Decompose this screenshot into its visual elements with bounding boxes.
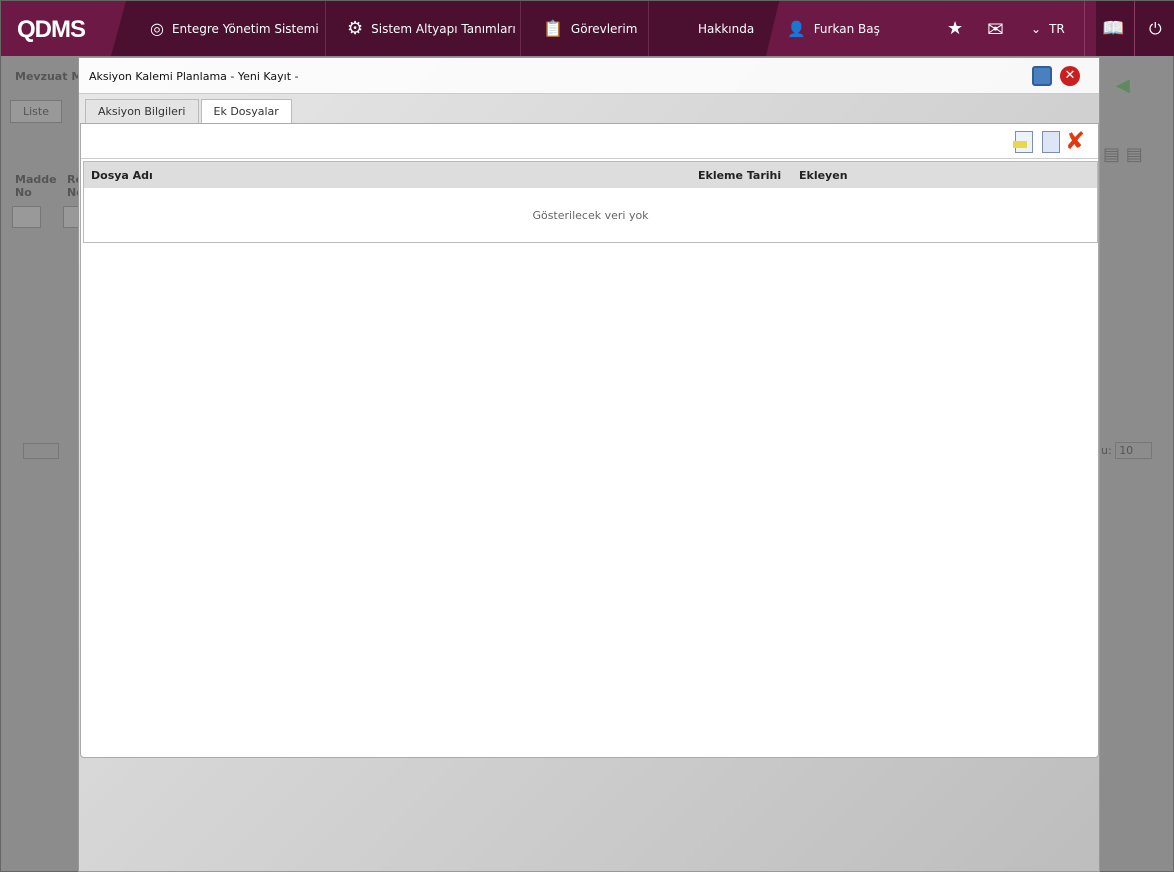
nav-sistem[interactable]: ⚙ Sistem Altyapı Tanımları <box>333 1 530 56</box>
chevron-down-icon: ⌄ <box>1031 21 1042 36</box>
bg-filter-input <box>12 206 41 228</box>
modal-header: Aksiyon Kalemi Planlama - Yeni Kayıt - <box>79 58 1099 94</box>
save-icon[interactable] <box>1032 66 1052 86</box>
bg-page-size: u: 10 <box>1101 442 1153 459</box>
manual-icon[interactable]: 📖 <box>1088 1 1138 56</box>
nav-hakkinda[interactable]: Hakkında <box>684 1 768 56</box>
modal-tabs: Aksiyon Bilgileri Ek Dosyalar <box>85 99 292 123</box>
power-icon[interactable]: ⏻ <box>1135 1 1174 56</box>
modal-dialog: Aksiyon Kalemi Planlama - Yeni Kayıt - ✕… <box>78 57 1100 872</box>
modal-title: Aksiyon Kalemi Planlama - Yeni Kayıt - <box>89 70 299 83</box>
nav-gorevlerim[interactable]: 📋 Görevlerim <box>529 1 651 56</box>
qdms-icon: ◎ <box>150 19 164 38</box>
col-ekleme-tarihi[interactable]: Ekleme Tarihi <box>698 169 781 182</box>
bg-tab-liste: Liste <box>10 100 62 123</box>
bg-back-icon: ◀ <box>1116 75 1130 96</box>
language-select[interactable]: ⌄ TR <box>1017 1 1079 56</box>
attachments-panel: ✘ Dosya Adı Ekleme Tarihi Ekleyen Göster… <box>80 123 1099 758</box>
tab-ek-dosyalar[interactable]: Ek Dosyalar <box>200 99 292 123</box>
col-ekleyen[interactable]: Ekleyen <box>799 169 848 182</box>
edit-file-icon[interactable] <box>1013 131 1033 153</box>
close-icon[interactable]: ✕ <box>1060 66 1080 86</box>
grid-header: Dosya Adı Ekleme Tarihi Ekleyen <box>84 162 1097 188</box>
col-dosya-adi[interactable]: Dosya Adı <box>91 169 153 182</box>
empty-message: Gösterilecek veri yok <box>532 209 649 222</box>
logo[interactable]: QDMS <box>1 1 126 56</box>
top-nav: QDMS ◎ Entegre Yönetim Sistemi ⚙ Sistem Al… <box>1 1 1174 56</box>
gear-icon: ⚙ <box>347 18 364 39</box>
attachments-grid: Dosya Adı Ekleme Tarihi Ekleyen Gösteril… <box>83 161 1098 243</box>
user-menu[interactable]: 👤 Furkan Baş <box>773 1 894 56</box>
bg-col-madde: Madde No <box>15 173 57 199</box>
clipboard-icon: 📋 <box>543 19 563 38</box>
delete-icon[interactable]: ✘ <box>1065 127 1085 155</box>
tab-aksiyon-bilgileri[interactable]: Aksiyon Bilgileri <box>85 99 199 123</box>
bg-grid-add-icon: ▤ ▤ <box>1103 144 1143 165</box>
favorites-icon[interactable]: ★ <box>933 1 977 56</box>
mail-icon[interactable]: ✉ <box>973 1 1018 56</box>
user-icon: 👤 <box>787 19 806 38</box>
nav-entegre[interactable]: ◎ Entegre Yönetim Sistemi <box>136 1 333 56</box>
new-file-icon[interactable] <box>1042 131 1060 153</box>
bg-pager <box>23 443 59 459</box>
